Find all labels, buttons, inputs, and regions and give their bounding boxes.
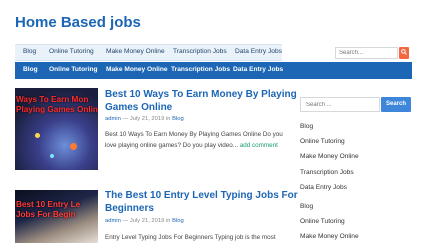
sidebar-search-button[interactable]: Search bbox=[381, 97, 411, 112]
top-nav-online-tutoring[interactable]: Online Tutoring bbox=[49, 48, 94, 55]
post-title[interactable]: The Best 10 Entry Level Typing Jobs For … bbox=[105, 190, 298, 215]
top-search-button[interactable] bbox=[399, 47, 409, 59]
add-comment-link[interactable]: add comment bbox=[240, 142, 278, 149]
post-category[interactable]: Blog bbox=[172, 116, 184, 122]
sidebar-link-data-entry-jobs[interactable]: Data Entry Jobs bbox=[300, 184, 347, 191]
post-title[interactable]: Best 10 Ways To Earn Money By Playing Ga… bbox=[105, 89, 297, 114]
sparkle-decoration bbox=[50, 154, 54, 158]
post-date: — July 21, 2019 in bbox=[122, 116, 171, 122]
sidebar-link-transcription-jobs[interactable]: Transcription Jobs bbox=[300, 169, 354, 176]
sidebar-link-online-tutoring[interactable]: Online Tutoring bbox=[300, 138, 345, 145]
site-title[interactable]: Home Based jobs bbox=[15, 14, 141, 31]
top-nav-make-money-online[interactable]: Make Money Online bbox=[106, 48, 165, 55]
search-icon bbox=[401, 49, 407, 55]
post-author[interactable]: admin bbox=[105, 218, 121, 224]
top-nav-blog[interactable]: Blog bbox=[23, 48, 36, 55]
post-thumbnail-games[interactable]: Ways To Earn Mon Playing Games Online bbox=[15, 88, 98, 170]
main-nav-data-entry-jobs[interactable]: Data Entry Jobs bbox=[233, 66, 283, 73]
main-nav-transcription-jobs[interactable]: Transcription Jobs bbox=[171, 66, 230, 73]
sidebar-link-blog[interactable]: Blog bbox=[300, 123, 313, 130]
top-search-input[interactable] bbox=[335, 47, 398, 59]
sidebar-link-make-money-online[interactable]: Make Money Online bbox=[300, 153, 359, 160]
post-meta: admin — July 21, 2019 in Blog bbox=[105, 218, 184, 224]
sparkle-decoration bbox=[70, 143, 77, 150]
sidebar-link-blog[interactable]: Blog bbox=[300, 203, 313, 210]
post-excerpt: Best 10 Ways To Earn Money By Playing Ga… bbox=[105, 131, 283, 149]
main-nav-blog[interactable]: Blog bbox=[23, 66, 38, 73]
post-author[interactable]: admin bbox=[105, 116, 121, 122]
main-nav: Blog Online Tutoring Make Money Online T… bbox=[15, 62, 412, 79]
sidebar-link-online-tutoring[interactable]: Online Tutoring bbox=[300, 218, 345, 225]
top-nav-transcription-jobs[interactable]: Transcription Jobs bbox=[173, 48, 227, 55]
sidebar-search-input[interactable] bbox=[300, 97, 380, 112]
main-nav-online-tutoring[interactable]: Online Tutoring bbox=[49, 66, 98, 73]
post-meta: admin — July 21, 2019 in Blog bbox=[105, 116, 184, 122]
top-nav: Blog Online Tutoring Make Money Online T… bbox=[15, 44, 282, 61]
top-nav-data-entry-jobs[interactable]: Data Entry Jobs bbox=[235, 48, 282, 55]
sparkle-decoration bbox=[35, 133, 40, 138]
thumbnail-caption: Best 10 Entry Le Jobs For Begin bbox=[16, 200, 81, 219]
page: Home Based jobs Blog Online Tutoring Mak… bbox=[0, 0, 432, 243]
main-nav-make-money-online[interactable]: Make Money Online bbox=[106, 66, 168, 73]
post-date: — July 21, 2019 in bbox=[122, 218, 171, 224]
post-thumbnail-typing[interactable]: Best 10 Entry Le Jobs For Begin bbox=[15, 190, 98, 243]
thumbnail-caption: Ways To Earn Mon Playing Games Online bbox=[16, 95, 98, 114]
post-excerpt: Entry Level Typing Jobs For Beginners Ty… bbox=[105, 234, 276, 241]
sidebar-link-make-money-online[interactable]: Make Money Online bbox=[300, 233, 359, 240]
post-category[interactable]: Blog bbox=[172, 218, 184, 224]
